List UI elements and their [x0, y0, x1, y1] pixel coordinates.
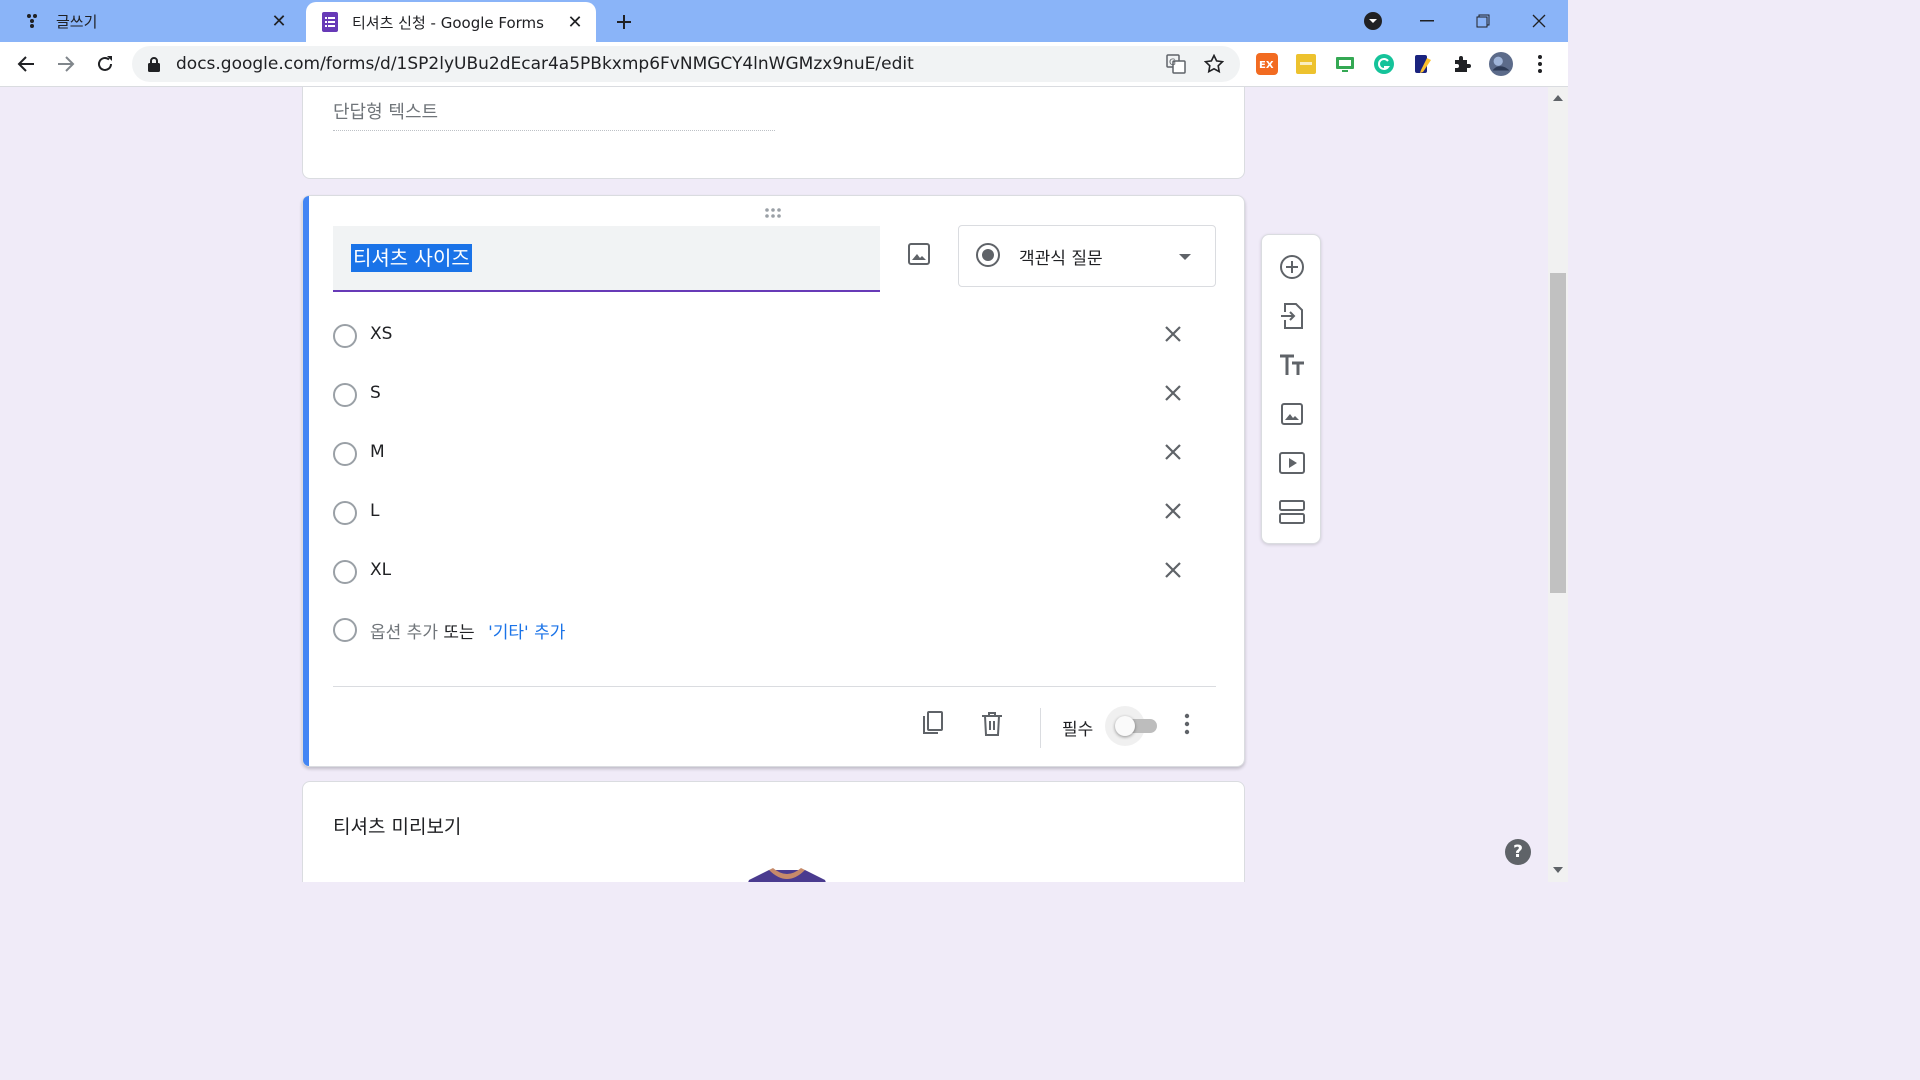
- option-row[interactable]: S: [333, 375, 1213, 415]
- add-section-icon[interactable]: [1276, 496, 1308, 528]
- option-label[interactable]: XS: [370, 324, 392, 344]
- option-row[interactable]: M: [333, 434, 1213, 474]
- lock-icon: [148, 56, 162, 72]
- option-row[interactable]: XS: [333, 316, 1213, 356]
- grammarly-icon[interactable]: [1372, 52, 1396, 76]
- pen-extension-icon[interactable]: [1411, 52, 1435, 76]
- floating-toolbar: [1261, 234, 1321, 544]
- option-label[interactable]: M: [370, 442, 385, 462]
- radio-circle: [333, 383, 357, 407]
- address-bar[interactable]: docs.google.com/forms/d/1SP2lyUBu2dEcar4…: [132, 46, 1240, 82]
- next-question-card[interactable]: 티셔츠 미리보기: [302, 781, 1245, 882]
- add-other-link[interactable]: '기타' 추가: [488, 623, 565, 643]
- remove-option-icon[interactable]: [1159, 320, 1187, 348]
- tshirt-preview-image: [739, 866, 835, 882]
- active-card-accent: [303, 196, 309, 766]
- tab-writing[interactable]: 글쓰기 ✕: [10, 0, 300, 42]
- restore-icon[interactable]: [1460, 0, 1506, 42]
- remove-option-icon[interactable]: [1159, 556, 1187, 584]
- question-title-text: 티셔츠 사이즈: [351, 244, 472, 272]
- scroll-up-arrow-icon[interactable]: [1553, 95, 1563, 101]
- option-label[interactable]: L: [370, 501, 379, 521]
- browser-toolbar: docs.google.com/forms/d/1SP2lyUBu2dEcar4…: [0, 42, 1568, 87]
- profile-avatar[interactable]: [1489, 52, 1513, 76]
- required-label: 필수: [1062, 720, 1094, 740]
- previous-question-card[interactable]: 단답형 텍스트: [302, 87, 1245, 179]
- required-toggle[interactable]: [1105, 706, 1159, 746]
- extensions-puzzle-icon[interactable]: [1450, 52, 1474, 76]
- option-row[interactable]: L: [333, 493, 1213, 533]
- add-video-icon[interactable]: [1276, 447, 1308, 479]
- add-question-icon[interactable]: [1276, 251, 1308, 283]
- add-title-icon[interactable]: [1276, 349, 1308, 381]
- radio-circle: [333, 501, 357, 525]
- tab-google-forms[interactable]: 티셔츠 신청 - Google Forms ✕: [306, 2, 596, 42]
- tab-search-button[interactable]: [1350, 0, 1396, 42]
- url-text: docs.google.com/forms/d/1SP2lyUBu2dEcar4…: [176, 54, 914, 74]
- close-window-icon[interactable]: [1516, 0, 1562, 42]
- question-type-dropdown[interactable]: 객관식 질문: [958, 225, 1216, 287]
- browser-tab-strip: 글쓰기 ✕ 티셔츠 신청 - Google Forms ✕: [0, 0, 1568, 42]
- back-arrow-icon[interactable]: [10, 48, 42, 80]
- card-footer-divider: [333, 686, 1216, 687]
- page-scrollbar[interactable]: [1548, 87, 1568, 882]
- radio-circle: [333, 324, 357, 348]
- radio-circle: [333, 560, 357, 584]
- option-label[interactable]: XL: [370, 560, 391, 580]
- tab-close-icon[interactable]: ✕: [562, 9, 588, 35]
- question-type-label: 객관식 질문: [1019, 249, 1103, 269]
- help-button[interactable]: ?: [1505, 839, 1531, 865]
- reload-icon[interactable]: [89, 48, 121, 80]
- tab-title: 글쓰기: [56, 12, 98, 31]
- option-row[interactable]: XL: [333, 552, 1213, 592]
- option-label[interactable]: S: [370, 383, 381, 403]
- browser-menu-icon[interactable]: [1528, 52, 1552, 76]
- tab-title: 티셔츠 신청 - Google Forms: [352, 13, 544, 32]
- add-image-icon[interactable]: [1276, 398, 1308, 430]
- more-options-icon[interactable]: [1171, 708, 1203, 740]
- dropdown-arrow-icon: [1179, 254, 1191, 260]
- remove-option-icon[interactable]: [1159, 379, 1187, 407]
- translate-icon[interactable]: G: [1164, 52, 1188, 76]
- radio-button-checked-icon: [975, 242, 1001, 272]
- monitor-extension-icon[interactable]: [1333, 52, 1357, 76]
- next-card-title: 티셔츠 미리보기: [333, 816, 462, 838]
- new-tab-button[interactable]: [610, 8, 638, 36]
- bookmark-star-icon[interactable]: [1202, 52, 1226, 76]
- page-viewport: 단답형 텍스트 티셔츠 사이즈 객관식 질문 XS S M L XL 옵션 추가…: [0, 87, 1548, 882]
- forward-arrow-icon[interactable]: [50, 48, 82, 80]
- or-text: 또는: [443, 623, 475, 643]
- add-option-row[interactable]: 옵션 추가 또는 '기타' 추가: [333, 610, 1213, 650]
- question-card-tshirt-size[interactable]: 티셔츠 사이즈 객관식 질문 XS S M L XL 옵션 추가 또는 '기타'…: [302, 195, 1245, 767]
- delete-icon[interactable]: [976, 708, 1008, 740]
- footer-separator: [1040, 708, 1041, 748]
- drag-handle-icon[interactable]: [763, 204, 787, 218]
- import-questions-icon[interactable]: [1276, 300, 1308, 332]
- duplicate-icon[interactable]: [916, 708, 948, 740]
- remove-option-icon[interactable]: [1159, 497, 1187, 525]
- remove-option-icon[interactable]: [1159, 438, 1187, 466]
- ex-extension-icon[interactable]: EX: [1255, 52, 1279, 76]
- scroll-down-arrow-icon[interactable]: [1553, 867, 1563, 873]
- radio-circle: [333, 618, 357, 642]
- question-title-input[interactable]: 티셔츠 사이즈: [333, 226, 880, 292]
- google-forms-icon: [320, 12, 340, 32]
- short-answer-placeholder: 단답형 텍스트: [333, 98, 775, 131]
- minimize-icon[interactable]: [1404, 0, 1450, 42]
- scrollbar-thumb[interactable]: [1550, 273, 1566, 593]
- dots-app-icon: [24, 11, 44, 31]
- tab-close-icon[interactable]: ✕: [266, 8, 292, 34]
- 2048-extension-icon[interactable]: [1294, 52, 1318, 76]
- add-image-icon[interactable]: [903, 238, 935, 270]
- svg-text:EX: EX: [1259, 60, 1274, 71]
- svg-text:G: G: [1169, 58, 1176, 68]
- radio-circle: [333, 442, 357, 466]
- add-option-link[interactable]: 옵션 추가: [370, 623, 438, 643]
